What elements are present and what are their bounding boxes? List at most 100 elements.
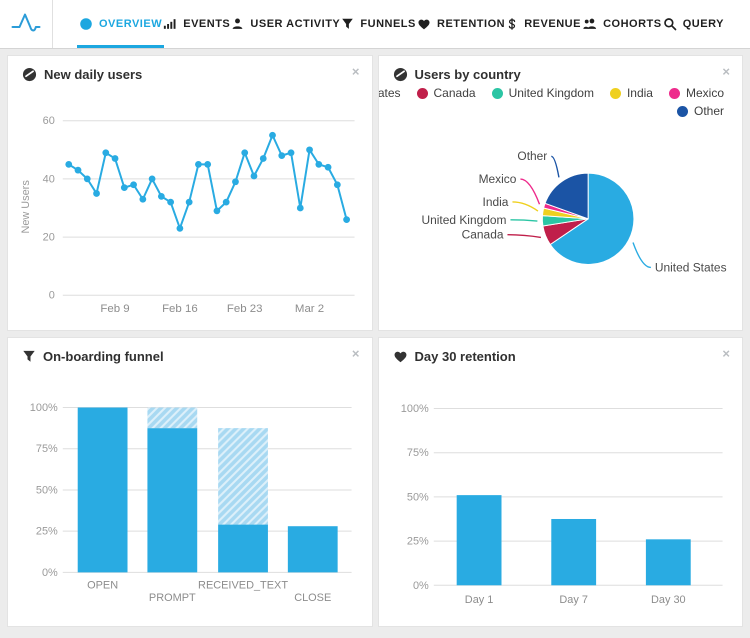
panel-title: On-boarding funnel (43, 349, 164, 364)
funnel-icon (22, 349, 36, 364)
svg-text:75%: 75% (36, 443, 58, 455)
legend-dot (492, 88, 503, 99)
tab-query[interactable]: QUERY (663, 0, 724, 48)
close-icon[interactable]: × (722, 347, 730, 360)
people-icon (582, 17, 597, 31)
svg-text:Day 1: Day 1 (464, 594, 493, 606)
svg-text:Canada: Canada (461, 228, 503, 242)
legend-label: Other (694, 104, 724, 118)
legend-dot (417, 88, 428, 99)
legend-dot (669, 88, 680, 99)
legend-label: United Kingdom (509, 86, 594, 100)
svg-text:25%: 25% (36, 526, 58, 538)
svg-text:India: India (482, 195, 508, 209)
tab-overview[interactable]: OVERVIEW (79, 0, 162, 48)
tab-cohorts[interactable]: COHORTS (582, 0, 662, 48)
retention-bar-chart: 0%25%50%75%100%Day 1Day 7Day 30 (379, 338, 743, 626)
pie-legend: United States Canada United Kingdom Indi… (378, 86, 725, 118)
gauge-icon (79, 17, 93, 31)
svg-text:50%: 50% (406, 491, 428, 503)
svg-text:Feb 23: Feb 23 (227, 303, 263, 315)
svg-text:Feb 9: Feb 9 (100, 303, 129, 315)
top-nav: OVERVIEW EVENTS USER ACTIVITY FUNNELS RE… (0, 0, 750, 49)
tab-label: REVENUE (524, 18, 581, 30)
svg-text:0%: 0% (42, 567, 58, 579)
svg-text:40: 40 (43, 173, 55, 185)
close-icon[interactable]: × (722, 65, 730, 78)
svg-text:100%: 100% (400, 403, 428, 415)
svg-text:RECEIVED_TEXT: RECEIVED_TEXT (198, 579, 288, 591)
funnel-icon (341, 17, 354, 31)
tab-label: COHORTS (603, 18, 662, 30)
amplitude-logo-icon (9, 9, 43, 39)
nav-tabs: OVERVIEW EVENTS USER ACTIVITY FUNNELS RE… (53, 0, 750, 48)
legend-item-canada[interactable]: Canada (417, 86, 476, 100)
svg-text:Mexico: Mexico (478, 172, 516, 186)
tab-label: USER ACTIVITY (250, 18, 340, 30)
svg-text:50%: 50% (36, 484, 58, 496)
legend-label: Mexico (686, 86, 724, 100)
heart-icon (393, 350, 408, 364)
panel-title: Day 30 retention (415, 349, 516, 364)
svg-text:Day 7: Day 7 (559, 594, 588, 606)
close-icon[interactable]: × (352, 65, 360, 78)
svg-text:60: 60 (43, 115, 55, 127)
gauge-icon (22, 67, 37, 82)
legend-label: India (627, 86, 653, 100)
svg-text:20: 20 (43, 232, 55, 244)
dollar-icon (506, 17, 518, 31)
legend-row: Other (677, 104, 724, 118)
svg-text:0%: 0% (412, 580, 428, 592)
legend-item-mexico[interactable]: Mexico (669, 86, 724, 100)
search-icon (663, 17, 677, 31)
heart-icon (417, 18, 431, 31)
panel-new-daily-users: New daily users × 0 20 40 60 New Users Feb 9 F… (7, 55, 373, 331)
legend-row: United States Canada United Kingdom Indi… (378, 86, 725, 100)
panel-day30-retention: Day 30 retention × 0%25%50%75%100%Day 1D… (378, 337, 744, 627)
line-chart: 0 20 40 60 New Users Feb 9 Feb 16 Feb 23 Mar 2 (8, 56, 372, 330)
svg-text:New Users: New Users (20, 180, 32, 234)
panel-onboarding-funnel: On-boarding funnel × 0%25%50%75%100%OPEN… (7, 337, 373, 627)
panel-users-by-country: Users by country × United States Canada … (378, 55, 744, 331)
tab-label: FUNNELS (360, 18, 415, 30)
legend-item-united-kingdom[interactable]: United Kingdom (492, 86, 594, 100)
svg-text:Feb 16: Feb 16 (162, 303, 198, 315)
legend-item-united-states[interactable]: United States (378, 86, 401, 100)
legend-dot (677, 106, 688, 117)
close-icon[interactable]: × (352, 347, 360, 360)
legend-item-india[interactable]: India (610, 86, 653, 100)
tab-revenue[interactable]: REVENUE (506, 0, 581, 48)
tab-label: OVERVIEW (99, 18, 162, 30)
svg-text:0: 0 (49, 290, 55, 302)
panel-title: Users by country (415, 67, 521, 82)
legend-item-other[interactable]: Other (677, 104, 724, 118)
svg-text:OPEN: OPEN (87, 579, 118, 591)
svg-text:CLOSE: CLOSE (294, 592, 331, 604)
panel-title: New daily users (44, 67, 142, 82)
funnel-bar-chart: 0%25%50%75%100%OPENPROMPTRECEIVED_TEXTCL… (8, 338, 372, 626)
dashboard-grid: New daily users × 0 20 40 60 New Users Feb 9 F… (0, 49, 750, 638)
svg-text:PROMPT: PROMPT (149, 592, 196, 604)
app-logo[interactable] (0, 0, 53, 48)
svg-text:United Kingdom: United Kingdom (421, 213, 506, 227)
legend-label: United States (378, 86, 401, 100)
tab-label: RETENTION (437, 18, 505, 30)
svg-text:75%: 75% (406, 447, 428, 459)
svg-text:Other: Other (517, 149, 547, 163)
tab-label: EVENTS (183, 18, 230, 30)
panel-header: Users by country (379, 56, 743, 82)
legend-dot (610, 88, 621, 99)
svg-text:Mar 2: Mar 2 (295, 303, 324, 315)
gauge-icon (393, 67, 408, 82)
tab-funnels[interactable]: FUNNELS (341, 0, 415, 48)
panel-header: New daily users (8, 56, 372, 82)
tab-events[interactable]: EVENTS (163, 0, 230, 48)
svg-text:Day 30: Day 30 (650, 594, 685, 606)
legend-label: Canada (434, 86, 476, 100)
tab-retention[interactable]: RETENTION (417, 0, 505, 48)
person-icon (231, 17, 244, 31)
panel-header: On-boarding funnel (8, 338, 372, 364)
tab-user-activity[interactable]: USER ACTIVITY (231, 0, 340, 48)
svg-text:United States: United States (654, 260, 726, 274)
tab-label: QUERY (683, 18, 724, 30)
